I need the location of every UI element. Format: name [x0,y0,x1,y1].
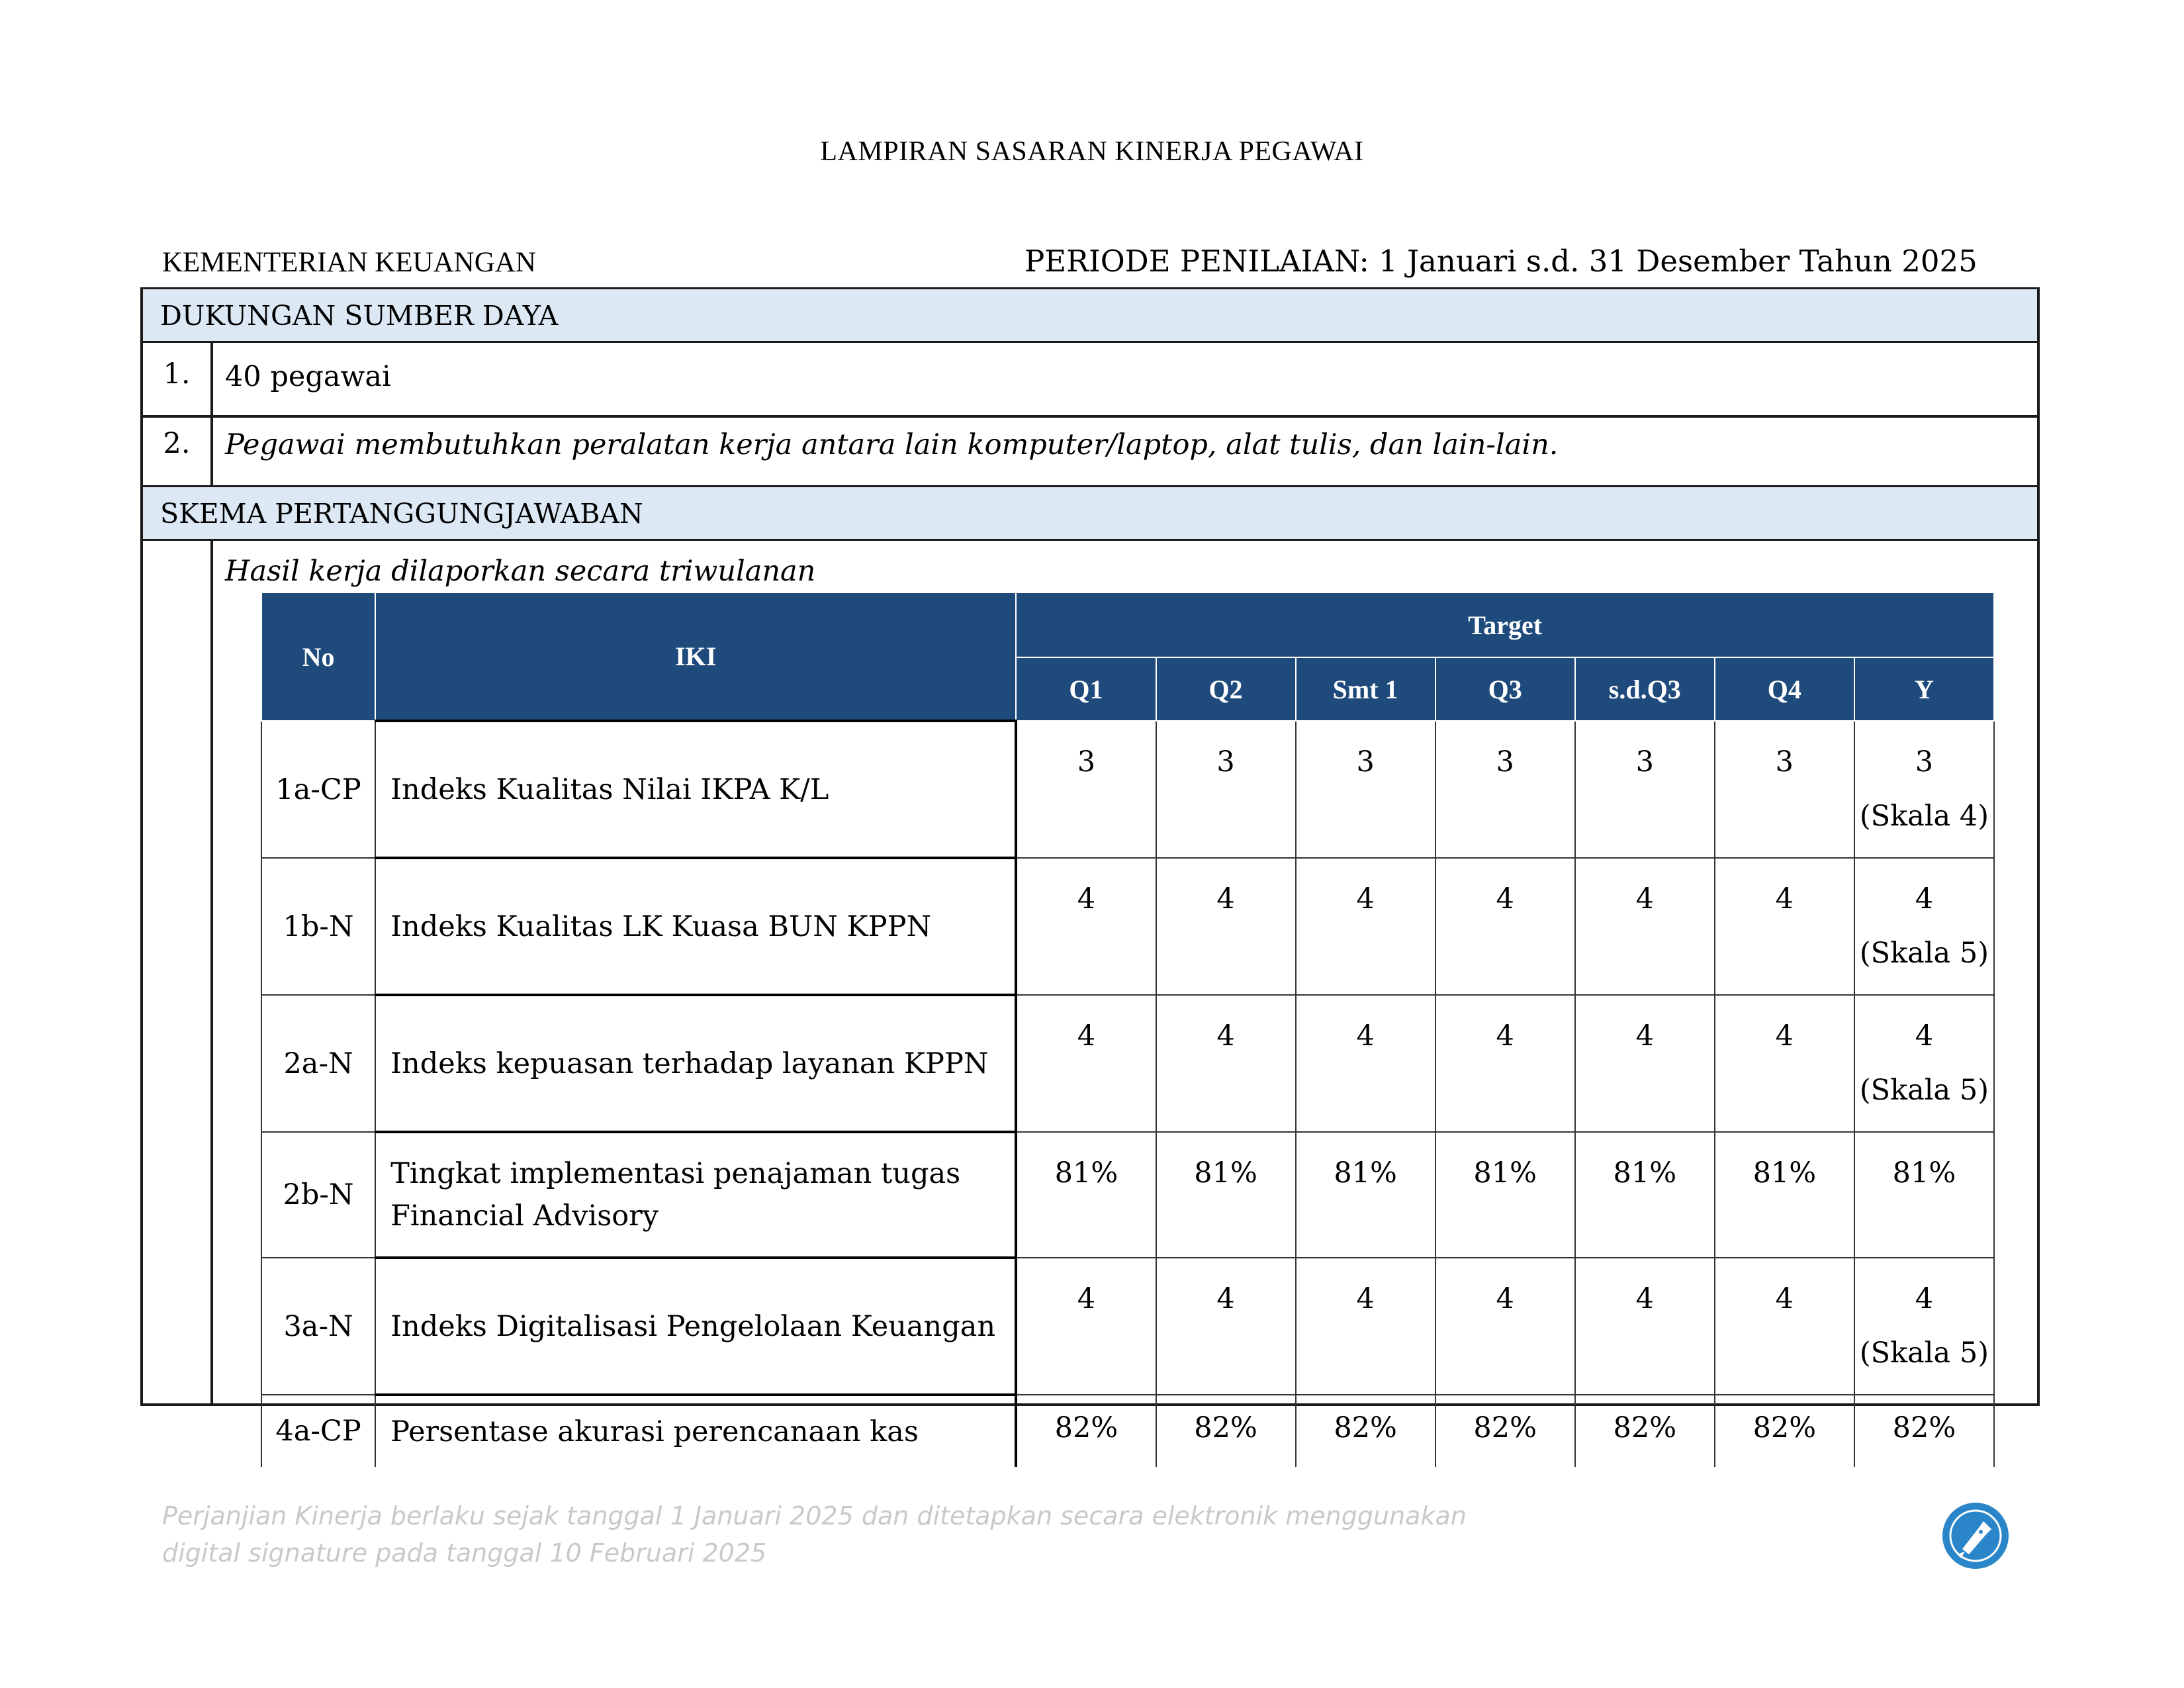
value-y-number: 4 [1915,1019,1934,1053]
header-q2: Q2 [1155,657,1297,722]
reporting-note: Hasil kerja dilaporkan secara triwulanan [225,555,816,588]
header-smt1: Smt 1 [1295,657,1436,722]
value-sdq3: 4 [1574,1257,1715,1395]
pen-nib-icon [1945,1505,2006,1566]
row-no: 3a-N [260,1257,377,1395]
item-text: 40 pegawai [225,360,391,393]
value-q1: 4 [1015,1257,1157,1395]
value-scale: (Skala 5) [1859,1074,1989,1107]
footer-line-1: Perjanjian Kinerja berlaku sejak tanggal… [162,1501,1467,1530]
row-no: 2a-N [260,994,377,1133]
value-q3: 82% [1434,1394,1576,1467]
section-dukungan-heading: DUKUNGAN SUMBER DAYA [143,287,2037,343]
table-row: 4a-CP Persentase akurasi perencanaan kas… [260,1393,1995,1467]
header-target: Target [1015,592,1995,658]
value-smt1: 4 [1295,1257,1436,1395]
value-smt1: 4 [1295,994,1436,1133]
value-q1: 3 [1015,720,1157,859]
value-q4: 4 [1713,857,1855,996]
value-y: 4 (Skala 5) [1853,1257,1995,1395]
value-sdq3: 81% [1574,1131,1715,1258]
value-y-number: 4 [1915,882,1934,915]
footer-line-2: digital signature pada tanggal 10 Februa… [162,1538,767,1568]
table-row: 3a-N Indeks Digitalisasi Pengelolaan Keu… [260,1256,1995,1395]
item-number: 2. [163,427,191,460]
value-q4: 4 [1713,994,1855,1133]
value-q2: 4 [1155,994,1297,1133]
row-iki: Persentase akurasi perencanaan kas [375,1393,1018,1467]
value-q2: 81% [1155,1131,1297,1258]
row-no: 2b-N [260,1131,377,1258]
row-no: 4a-CP [260,1394,377,1467]
section-skema-heading: SKEMA PERTANGGUNGJAWABAN [143,485,2037,541]
header-q3: Q3 [1434,657,1576,722]
value-q4: 4 [1713,1257,1855,1395]
item-text: Pegawai membutuhkan peralatan kerja anta… [225,428,1559,461]
organization-label: KEMENTERIAN KEUANGAN [162,247,536,278]
value-q4: 3 [1713,720,1855,859]
iki-target-table: No IKI Target Q1 Q2 Smt 1 Q3 s.d.Q3 Q4 Y… [260,592,1995,1467]
value-sdq3: 4 [1574,994,1715,1133]
value-q2: 4 [1155,857,1297,996]
table-row: 2b-N Tingkat implementasi penajaman tuga… [260,1131,1995,1258]
value-y: 81% [1853,1131,1995,1258]
value-scale: (Skala 4) [1859,800,1989,833]
value-q3: 3 [1434,720,1576,859]
row-no: 1a-CP [260,720,377,859]
column-divider [210,541,213,1406]
header-y: Y [1853,657,1995,722]
column-divider [210,343,213,486]
value-q1: 4 [1015,857,1157,996]
value-q2: 4 [1155,1257,1297,1395]
digital-signature-seal-icon [1942,1503,2009,1569]
value-smt1: 3 [1295,720,1436,859]
header-sdq3: s.d.Q3 [1574,657,1715,722]
value-y: 82% [1853,1394,1995,1467]
value-y: 4 (Skala 5) [1853,994,1995,1133]
value-q4: 81% [1713,1131,1855,1258]
period-label: PERIODE PENILAIAN: 1 Januari s.d. 31 Des… [1024,244,1978,279]
footer-note: Perjanjian Kinerja berlaku sejak tanggal… [162,1497,1467,1571]
value-y: 3 (Skala 4) [1853,720,1995,859]
value-q3: 81% [1434,1131,1576,1258]
value-sdq3: 3 [1574,720,1715,859]
value-q1: 4 [1015,994,1157,1133]
value-smt1: 82% [1295,1394,1436,1467]
table-row: 1a-CP Indeks Kualitas Nilai IKPA K/L 3 3… [260,720,1995,859]
value-q1: 81% [1015,1131,1157,1258]
header-q4: Q4 [1713,657,1855,722]
row-iki: Indeks Kualitas LK Kuasa BUN KPPN [375,857,1018,996]
row-divider [143,415,2037,418]
row-no: 1b-N [260,857,377,996]
value-q3: 4 [1434,1257,1576,1395]
row-iki: Indeks Kualitas Nilai IKPA K/L [375,720,1018,859]
value-sdq3: 82% [1574,1394,1715,1467]
value-q4: 82% [1713,1394,1855,1467]
value-scale: (Skala 5) [1859,1336,1989,1370]
value-y-number: 3 [1915,745,1934,778]
value-y-number: 4 [1915,1282,1934,1315]
row-iki: Indeks kepuasan terhadap layanan KPPN [375,994,1018,1133]
table-row: 1b-N Indeks Kualitas LK Kuasa BUN KPPN 4… [260,857,1995,996]
value-smt1: 81% [1295,1131,1436,1258]
row-iki: Indeks Digitalisasi Pengelolaan Keuangan [375,1256,1018,1395]
header-no: No [260,592,377,722]
value-q3: 4 [1434,994,1576,1133]
header-q1: Q1 [1015,657,1157,722]
value-y: 4 (Skala 5) [1853,857,1995,996]
value-smt1: 4 [1295,857,1436,996]
table-row: 2a-N Indeks kepuasan terhadap layanan KP… [260,994,1995,1133]
row-iki: Tingkat implementasi penajaman tugas Fin… [375,1131,1018,1258]
value-q2: 3 [1155,720,1297,859]
value-scale: (Skala 5) [1859,937,1989,970]
document-title: LAMPIRAN SASARAN KINERJA PEGAWAI [820,136,1364,167]
value-q2: 82% [1155,1394,1297,1467]
header-iki: IKI [375,592,1017,722]
item-number: 1. [163,357,191,391]
value-q3: 4 [1434,857,1576,996]
value-q1: 82% [1015,1394,1157,1467]
value-sdq3: 4 [1574,857,1715,996]
